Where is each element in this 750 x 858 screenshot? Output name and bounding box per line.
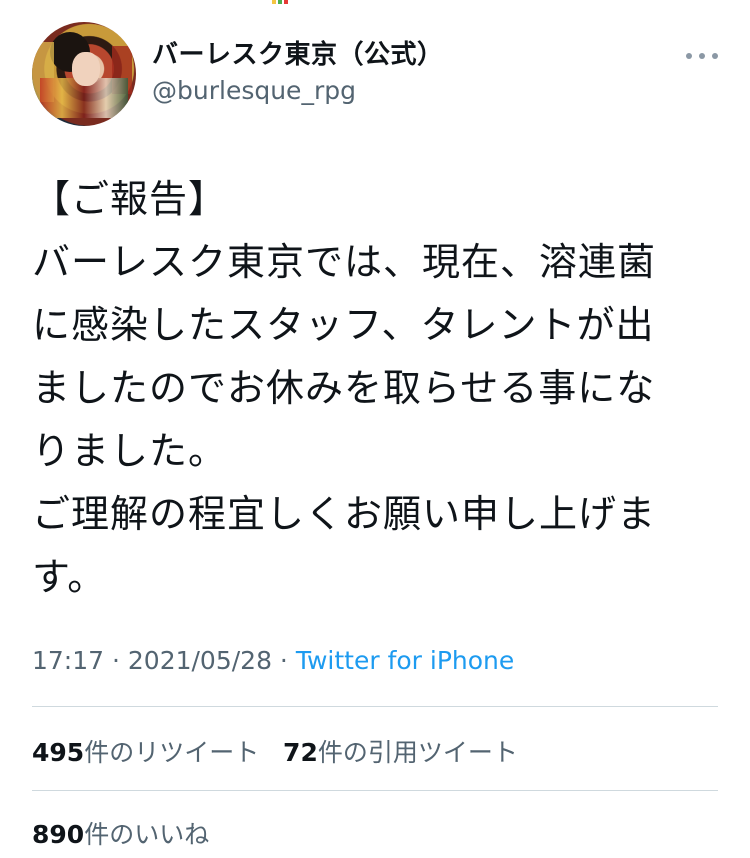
quotes-stat[interactable]: 72件の引用ツイート [283,738,518,767]
likes-count: 890 [32,820,85,849]
status-indicator-sliver [272,0,290,4]
divider [32,706,718,707]
meta-separator: · [104,646,128,675]
display-name[interactable]: バーレスク東京（公式） [152,34,444,71]
likes-stats: 890件のいいね [32,815,209,851]
retweet-quote-stats: 495件のリツイート 72件の引用ツイート [32,733,518,769]
profile-avatar[interactable] [32,22,136,126]
meta-separator: · [271,646,296,675]
retweets-label: 件のリツイート [84,738,260,767]
tweet-date[interactable]: 2021/05/28 [128,646,272,675]
more-horizontal-icon[interactable] [682,50,718,62]
tweet-source-link[interactable]: Twitter for iPhone [296,646,514,675]
quotes-count: 72 [283,738,318,767]
retweets-count: 495 [32,738,85,767]
quotes-label: 件の引用ツイート [317,738,518,767]
tweet-header: バーレスク東京（公式） @burlesque_rpg [32,22,718,126]
divider [32,790,718,791]
tweet-time[interactable]: 17:17 [32,646,104,675]
retweets-stat[interactable]: 495件のリツイート [32,738,259,767]
user-handle[interactable]: @burlesque_rpg [152,76,356,105]
tweet-text: 【ご報告】 バーレスク東京では、現在、溶連菌 に感染したスタッフ、タレントが出 … [32,177,657,599]
likes-label: 件のいいね [84,820,210,849]
tweet-meta: 17:17 · 2021/05/28 · Twitter for iPhone [32,646,514,675]
likes-stat[interactable]: 890件のいいね [32,820,209,849]
